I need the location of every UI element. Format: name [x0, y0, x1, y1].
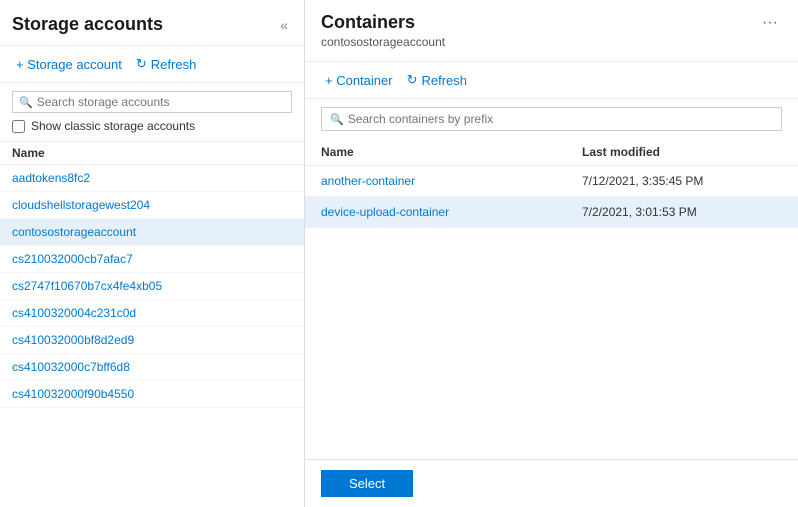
add-container-button[interactable]: + Container — [321, 71, 397, 90]
refresh-icon-left: ↻ — [136, 56, 147, 72]
containers-title: Containers — [321, 12, 415, 33]
bottom-bar: Select — [305, 459, 798, 507]
storage-search-box[interactable]: 🔍 — [12, 91, 292, 113]
modified-col-header: Last modified — [582, 145, 782, 159]
containers-table-header: Name Last modified — [305, 139, 798, 166]
storage-list-item[interactable]: aadtokens8fc2 — [0, 165, 304, 192]
right-refresh-button[interactable]: ↻ Refresh — [403, 70, 471, 90]
container-name: device-upload-container — [321, 205, 582, 219]
storage-list-item[interactable]: cs2747f10670b7cx4fe4xb05 — [0, 273, 304, 300]
select-button[interactable]: Select — [321, 470, 413, 497]
add-storage-account-button[interactable]: + Storage account — [12, 55, 126, 74]
main-layout: Storage accounts « + Storage account ↻ R… — [0, 0, 798, 507]
collapse-button[interactable]: « — [276, 15, 292, 35]
container-rows: another-container7/12/2021, 3:35:45 PMde… — [305, 166, 798, 228]
storage-list-item[interactable]: cs4100320004c231c0d — [0, 300, 304, 327]
table-row[interactable]: device-upload-container7/2/2021, 3:01:53… — [305, 197, 798, 228]
right-header: Containers ··· contosostorageaccount — [305, 0, 798, 62]
more-options-button[interactable]: ··· — [758, 14, 782, 32]
storage-accounts-title: Storage accounts — [12, 14, 163, 35]
storage-list-item[interactable]: contosostorageaccount — [0, 219, 304, 246]
search-containers-input[interactable] — [348, 112, 773, 126]
container-name: another-container — [321, 174, 582, 188]
storage-list-item[interactable]: cs410032000f90b4550 — [0, 381, 304, 408]
left-refresh-button[interactable]: ↻ Refresh — [132, 54, 200, 74]
left-panel: Storage accounts « + Storage account ↻ R… — [0, 0, 305, 507]
right-panel: Containers ··· contosostorageaccount + C… — [305, 0, 798, 507]
table-row[interactable]: another-container7/12/2021, 3:35:45 PM — [305, 166, 798, 197]
left-filters: 🔍 Show classic storage accounts — [0, 83, 304, 142]
show-classic-checkbox[interactable] — [12, 120, 25, 133]
refresh-icon-right: ↻ — [407, 72, 418, 88]
right-toolbar: + Container ↻ Refresh — [305, 62, 798, 99]
storage-list-item[interactable]: cs410032000bf8d2ed9 — [0, 327, 304, 354]
classic-accounts-row: Show classic storage accounts — [12, 119, 292, 133]
classic-accounts-label: Show classic storage accounts — [31, 119, 195, 133]
search-storage-input[interactable] — [37, 95, 285, 109]
name-column-header-left: Name — [0, 142, 304, 165]
storage-list: aadtokens8fc2cloudshellstoragewest204con… — [0, 165, 304, 507]
container-search-box[interactable]: 🔍 — [321, 107, 782, 131]
left-header: Storage accounts « — [0, 0, 304, 46]
storage-list-item[interactable]: cs210032000cb7afac7 — [0, 246, 304, 273]
container-modified: 7/12/2021, 3:35:45 PM — [582, 174, 782, 188]
search-icon-left: 🔍 — [19, 96, 33, 109]
account-subtitle: contosostorageaccount — [321, 35, 782, 49]
search-icon-right: 🔍 — [330, 113, 344, 126]
storage-list-item[interactable]: cs410032000c7bff6d8 — [0, 354, 304, 381]
storage-list-item[interactable]: cloudshellstoragewest204 — [0, 192, 304, 219]
name-col-header: Name — [321, 145, 582, 159]
container-modified: 7/2/2021, 3:01:53 PM — [582, 205, 782, 219]
left-toolbar: + Storage account ↻ Refresh — [0, 46, 304, 83]
containers-table: Name Last modified another-container7/12… — [305, 139, 798, 459]
